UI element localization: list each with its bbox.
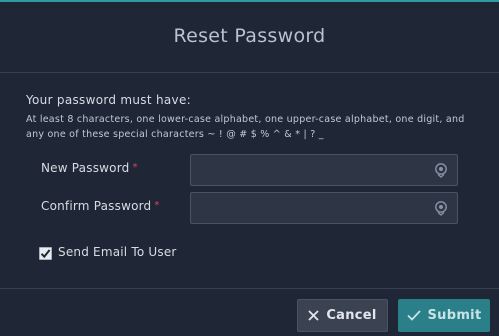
cancel-button[interactable]: Cancel xyxy=(297,299,388,332)
new-password-label-text: New Password xyxy=(41,161,130,175)
close-icon xyxy=(308,310,319,321)
send-email-label: Send Email To User xyxy=(58,245,177,259)
submit-button-label: Submit xyxy=(427,308,482,323)
required-asterisk: * xyxy=(132,162,138,173)
cancel-button-label: Cancel xyxy=(326,308,377,323)
new-password-input-box xyxy=(190,154,458,186)
eye-reveal-icon[interactable] xyxy=(431,198,451,218)
confirm-password-row: Confirm Password * xyxy=(0,192,499,233)
confirm-password-input[interactable] xyxy=(191,193,431,223)
dialog-title: Reset Password xyxy=(173,25,326,47)
requirements-text: At least 8 characters, one lower-case al… xyxy=(26,114,465,140)
confirm-password-label-text: Confirm Password xyxy=(41,199,152,213)
required-asterisk: * xyxy=(154,200,160,211)
dialog-header: Reset Password xyxy=(0,2,499,73)
requirements-heading: Your password must have: xyxy=(26,93,191,107)
confirm-password-input-box xyxy=(190,192,458,224)
submit-button[interactable]: Submit xyxy=(398,299,490,332)
dialog-footer: Cancel Submit xyxy=(0,289,499,336)
new-password-label: New Password * xyxy=(41,161,138,175)
check-icon xyxy=(406,310,421,321)
send-email-checkbox[interactable] xyxy=(39,247,52,260)
send-email-row: Send Email To User xyxy=(39,244,177,260)
reset-password-dialog: Reset Password Your password must have: … xyxy=(0,0,499,336)
new-password-row: New Password * xyxy=(0,154,499,195)
checkmark-icon xyxy=(40,249,51,259)
confirm-password-label: Confirm Password * xyxy=(41,199,160,213)
eye-reveal-icon[interactable] xyxy=(431,160,451,180)
new-password-input[interactable] xyxy=(191,155,431,185)
